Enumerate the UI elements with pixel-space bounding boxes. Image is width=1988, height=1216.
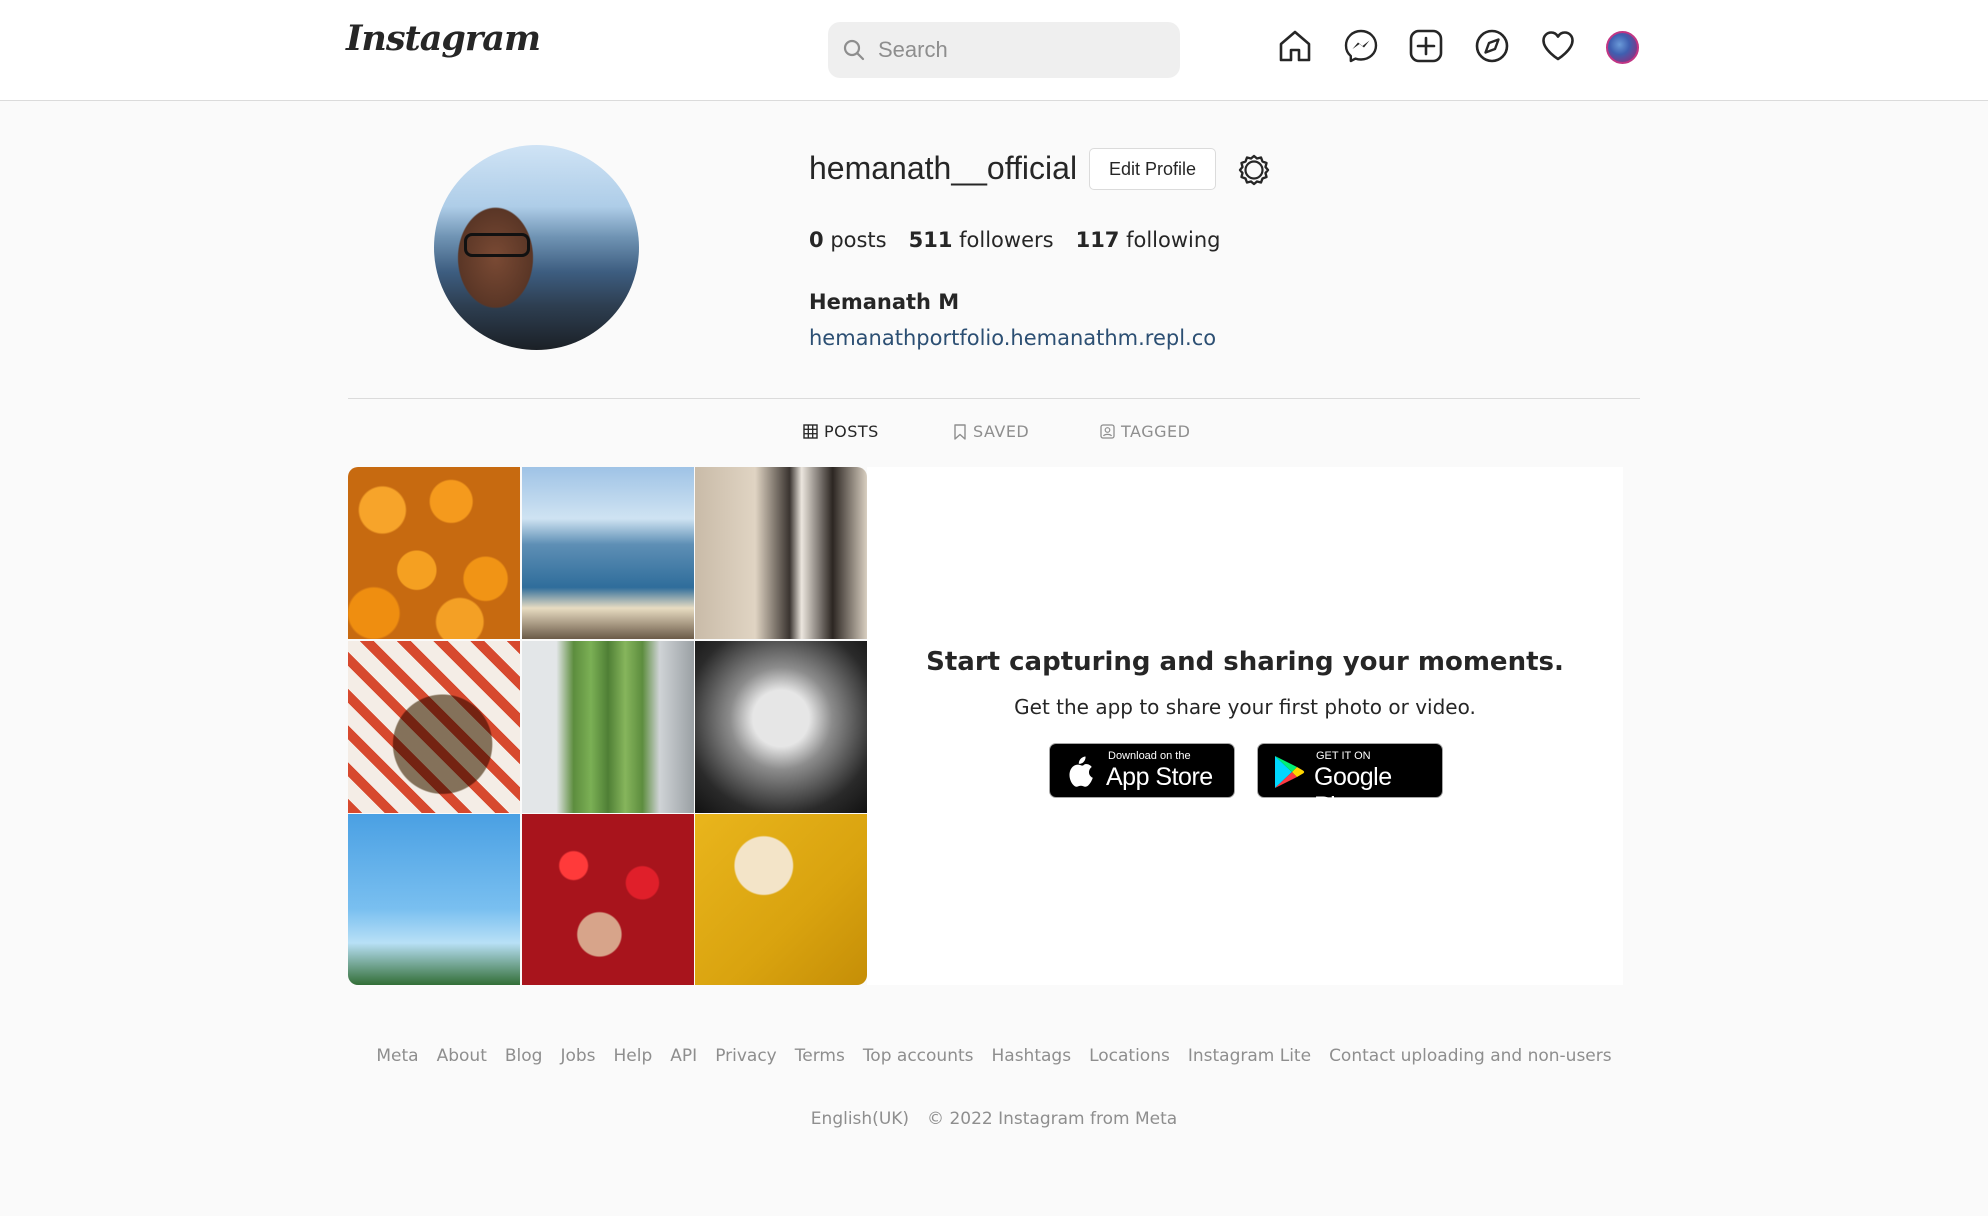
following-stat[interactable]: 117 following — [1076, 228, 1221, 252]
profile-avatar[interactable] — [1606, 31, 1639, 64]
footer-link-jobs[interactable]: Jobs — [560, 1046, 595, 1066]
app-store-small-text: Download on the — [1108, 750, 1191, 762]
google-play-big-text: Google Play — [1314, 763, 1392, 820]
tab-saved[interactable]: SAVED — [953, 422, 1029, 441]
footer-link-api[interactable]: API — [670, 1046, 697, 1066]
following-label: following — [1126, 228, 1221, 252]
google-play-icon — [1275, 756, 1305, 788]
sample-photo-red-flowers — [521, 814, 694, 985]
footer-link-blog[interactable]: Blog — [505, 1046, 543, 1066]
footer-link-contact-uploading[interactable]: Contact uploading and non-users — [1329, 1046, 1612, 1066]
tab-posts[interactable]: POSTS — [803, 422, 879, 441]
empty-state-subtitle: Get the app to share your first photo or… — [1014, 695, 1476, 719]
footer-link-about[interactable]: About — [437, 1046, 487, 1066]
copyright-text: © 2022 Instagram from Meta — [927, 1109, 1178, 1129]
top-nav-bar: Instagram — [0, 0, 1988, 101]
sample-photo-cat — [695, 814, 867, 985]
tagged-user-icon — [1100, 424, 1115, 439]
google-play-small-text: GET IT ON — [1316, 750, 1371, 762]
sample-photo-baby — [695, 640, 867, 813]
activity-heart-icon[interactable] — [1540, 28, 1576, 64]
empty-posts-panel: Start capturing and sharing your moments… — [867, 467, 1623, 985]
settings-gear-icon[interactable] — [1236, 152, 1272, 188]
app-store-button[interactable]: Download on the App Store — [1049, 743, 1235, 798]
profile-full-name: Hemanath M — [809, 290, 960, 314]
header-divider — [348, 398, 1640, 399]
tab-posts-label: POSTS — [824, 422, 879, 441]
posts-label: posts — [830, 228, 887, 252]
footer-link-terms[interactable]: Terms — [795, 1046, 845, 1066]
footer-link-hashtags[interactable]: Hashtags — [992, 1046, 1072, 1066]
footer-link-instagram-lite[interactable]: Instagram Lite — [1188, 1046, 1311, 1066]
edit-profile-button[interactable]: Edit Profile — [1089, 148, 1216, 190]
language-selector[interactable]: English(UK) — [811, 1109, 909, 1129]
sample-photo-cactus — [521, 640, 694, 813]
followers-stat[interactable]: 511 followers — [909, 228, 1054, 252]
messenger-icon[interactable] — [1343, 28, 1379, 64]
sample-photo-oranges — [348, 467, 520, 639]
followers-label: followers — [959, 228, 1054, 252]
footer-link-privacy[interactable]: Privacy — [715, 1046, 777, 1066]
explore-icon[interactable] — [1474, 28, 1510, 64]
tab-tagged-label: TAGGED — [1121, 422, 1191, 441]
following-count: 117 — [1075, 228, 1120, 252]
empty-state-title: Start capturing and sharing your moments… — [926, 647, 1564, 677]
apple-icon — [1069, 756, 1093, 787]
search-input[interactable] — [878, 37, 1158, 63]
bookmark-icon — [954, 423, 966, 440]
tab-tagged[interactable]: TAGGED — [1100, 422, 1190, 441]
profile-stats: 0 posts 511 followers 117 following — [809, 228, 1221, 252]
followers-count: 511 — [908, 228, 953, 252]
sample-photo-coastline — [521, 467, 694, 639]
sample-photo-grid — [348, 467, 867, 985]
footer-link-meta[interactable]: Meta — [376, 1046, 418, 1066]
footer-links: Meta About Blog Jobs Help API Privacy Te… — [0, 1046, 1988, 1066]
app-store-big-text: App Store — [1106, 763, 1213, 791]
sample-photo-photobooth-strip — [695, 467, 867, 639]
sample-photo-gondolas — [348, 814, 520, 985]
posts-stat: 0 posts — [809, 228, 887, 252]
posts-count: 0 — [809, 228, 824, 252]
profile-username: hemanath__official — [809, 150, 1078, 186]
home-icon[interactable] — [1277, 28, 1313, 64]
footer-bottom: English(UK) © 2022 Instagram from Meta — [0, 1109, 1988, 1129]
footer-link-locations[interactable]: Locations — [1089, 1046, 1170, 1066]
instagram-logo[interactable]: Instagram — [346, 18, 541, 59]
sample-photo-dog — [348, 640, 520, 813]
grid-icon — [803, 424, 818, 439]
profile-website-link[interactable]: hemanathportfolio.hemanathm.repl.co — [809, 326, 1216, 350]
google-play-button[interactable]: GET IT ON Google Play — [1257, 743, 1443, 820]
tab-saved-label: SAVED — [973, 422, 1030, 441]
profile-picture[interactable] — [434, 145, 639, 350]
new-post-icon[interactable] — [1408, 28, 1444, 64]
search-box[interactable] — [828, 22, 1180, 78]
search-icon — [843, 39, 865, 61]
footer-link-top-accounts[interactable]: Top accounts — [863, 1046, 974, 1066]
footer-link-help[interactable]: Help — [614, 1046, 653, 1066]
